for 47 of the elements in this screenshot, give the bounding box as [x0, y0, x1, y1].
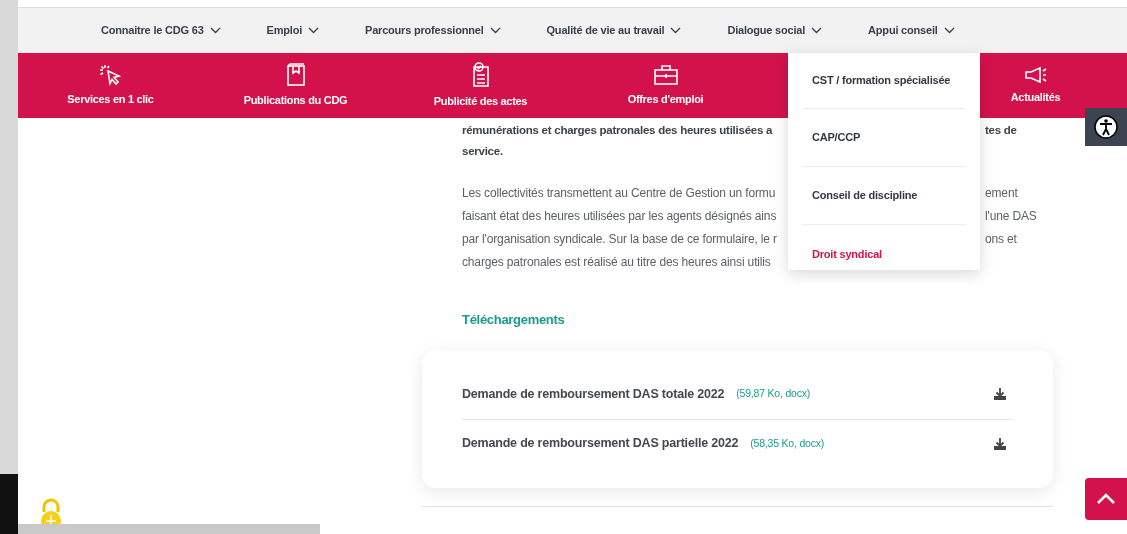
dropdown-item[interactable]: CAP/CCP	[802, 109, 966, 167]
quick-link[interactable]: Publicité des actes	[433, 92, 528, 110]
book-icon	[285, 62, 306, 87]
nav-menu-item[interactable]: Qualité de vie au travail	[546, 22, 682, 39]
caret-down-icon	[209, 27, 221, 34]
caret-down-icon	[943, 27, 955, 34]
chevron-up-icon	[1096, 493, 1116, 505]
megaphone-icon	[1023, 65, 1048, 84]
paragraph-line: faisant état des heures utilisées par les agents désignés ains	[462, 208, 778, 225]
quick-link[interactable]: Offres d'emploi	[627, 90, 704, 108]
paragraph-line: ement	[985, 185, 1018, 202]
file-link[interactable]: Demande de remboursement DAS partielle 2022	[462, 434, 739, 453]
scroll-top-button[interactable]	[1085, 478, 1127, 520]
caret-down-icon	[489, 27, 501, 34]
pointer-icon	[98, 63, 123, 86]
quick-link[interactable]: Actualités	[1010, 88, 1061, 106]
file-link[interactable]: Demande de remboursement DAS totale 2022	[462, 384, 725, 404]
paragraph-line: service.	[462, 144, 504, 159]
dropdown-item[interactable]: Droit syndical	[802, 225, 966, 283]
nav-menu-item[interactable]: Connaitre le CDG 63	[101, 22, 221, 39]
paragraph-line: rémunérations et charges patronales des heures utilisées a	[462, 123, 774, 138]
accessibility-button[interactable]	[1085, 108, 1127, 146]
nav-menu-item[interactable]: Emploi	[266, 22, 320, 39]
paragraph-line: l'une DAS	[985, 208, 1037, 225]
caret-down-icon	[308, 27, 320, 34]
paragraph-line: par l'organisation syndicale. Sur la base de ce formulaire, le r	[462, 231, 778, 248]
download-icon[interactable]	[993, 387, 1007, 401]
caret-down-icon	[670, 27, 682, 34]
caret-down-icon	[811, 27, 823, 34]
quick-link[interactable]: Publications du CDG	[243, 91, 348, 109]
file-meta: (58,35 Ko, docx)	[750, 435, 825, 451]
paragraph-line: charges patronales est réalisé au titre des heures ainsi utilis	[462, 254, 772, 271]
paragraph-line: tes de	[985, 123, 1017, 138]
nav-menu-item[interactable]: Appui conseil	[868, 22, 955, 39]
paragraph-line: ons et	[985, 231, 1017, 248]
download-icon[interactable]	[993, 436, 1007, 451]
quick-link[interactable]: Services en 1 clic	[67, 90, 154, 108]
file-meta: (59,87 Ko, docx)	[736, 386, 811, 402]
nav-menu-item[interactable]: Dialogue social	[727, 22, 823, 39]
dropdown-item[interactable]: CST / formation spécialisée	[802, 53, 966, 109]
nav-menu-item[interactable]: Parcours professionnel	[365, 22, 501, 39]
briefcase-icon	[652, 63, 679, 86]
section-heading: Téléchargements	[462, 311, 566, 329]
paragraph-line: Les collectivités transmettent au Centre de Gestion un formu	[462, 185, 777, 202]
dropdown-item[interactable]: Conseil de discipline	[802, 167, 966, 225]
accessibility-icon	[1093, 114, 1119, 140]
document-icon	[470, 61, 491, 88]
